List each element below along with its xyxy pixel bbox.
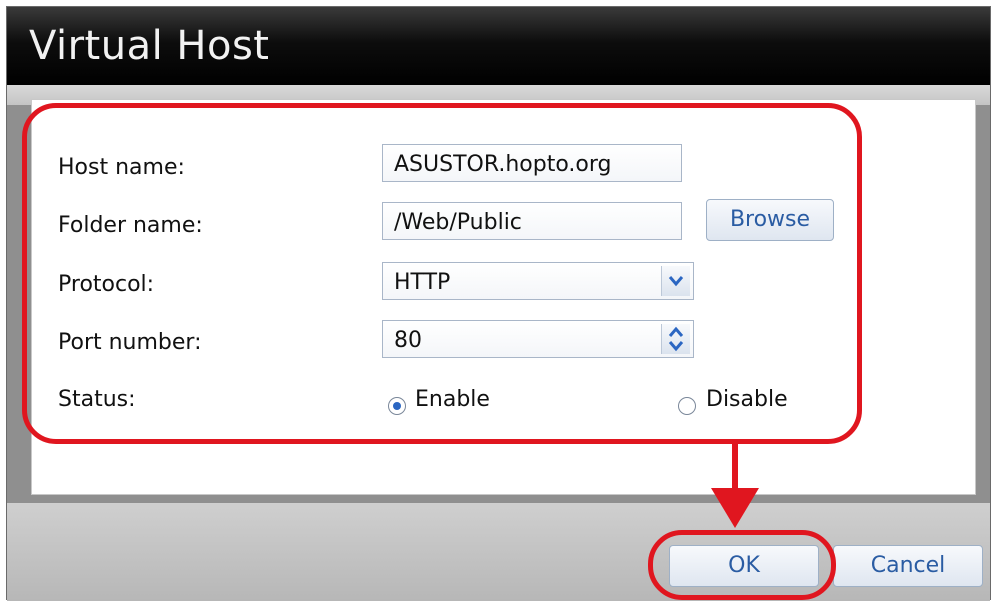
cancel-button[interactable]: Cancel xyxy=(833,545,983,587)
dialog-titlebar: Virtual Host xyxy=(7,7,990,85)
ok-highlight-box xyxy=(648,530,836,600)
pointer-arrow-icon xyxy=(711,440,759,528)
form-highlight-box xyxy=(22,103,862,444)
dialog-title: Virtual Host xyxy=(29,23,270,69)
dialog-footer: OK Cancel xyxy=(7,503,990,601)
